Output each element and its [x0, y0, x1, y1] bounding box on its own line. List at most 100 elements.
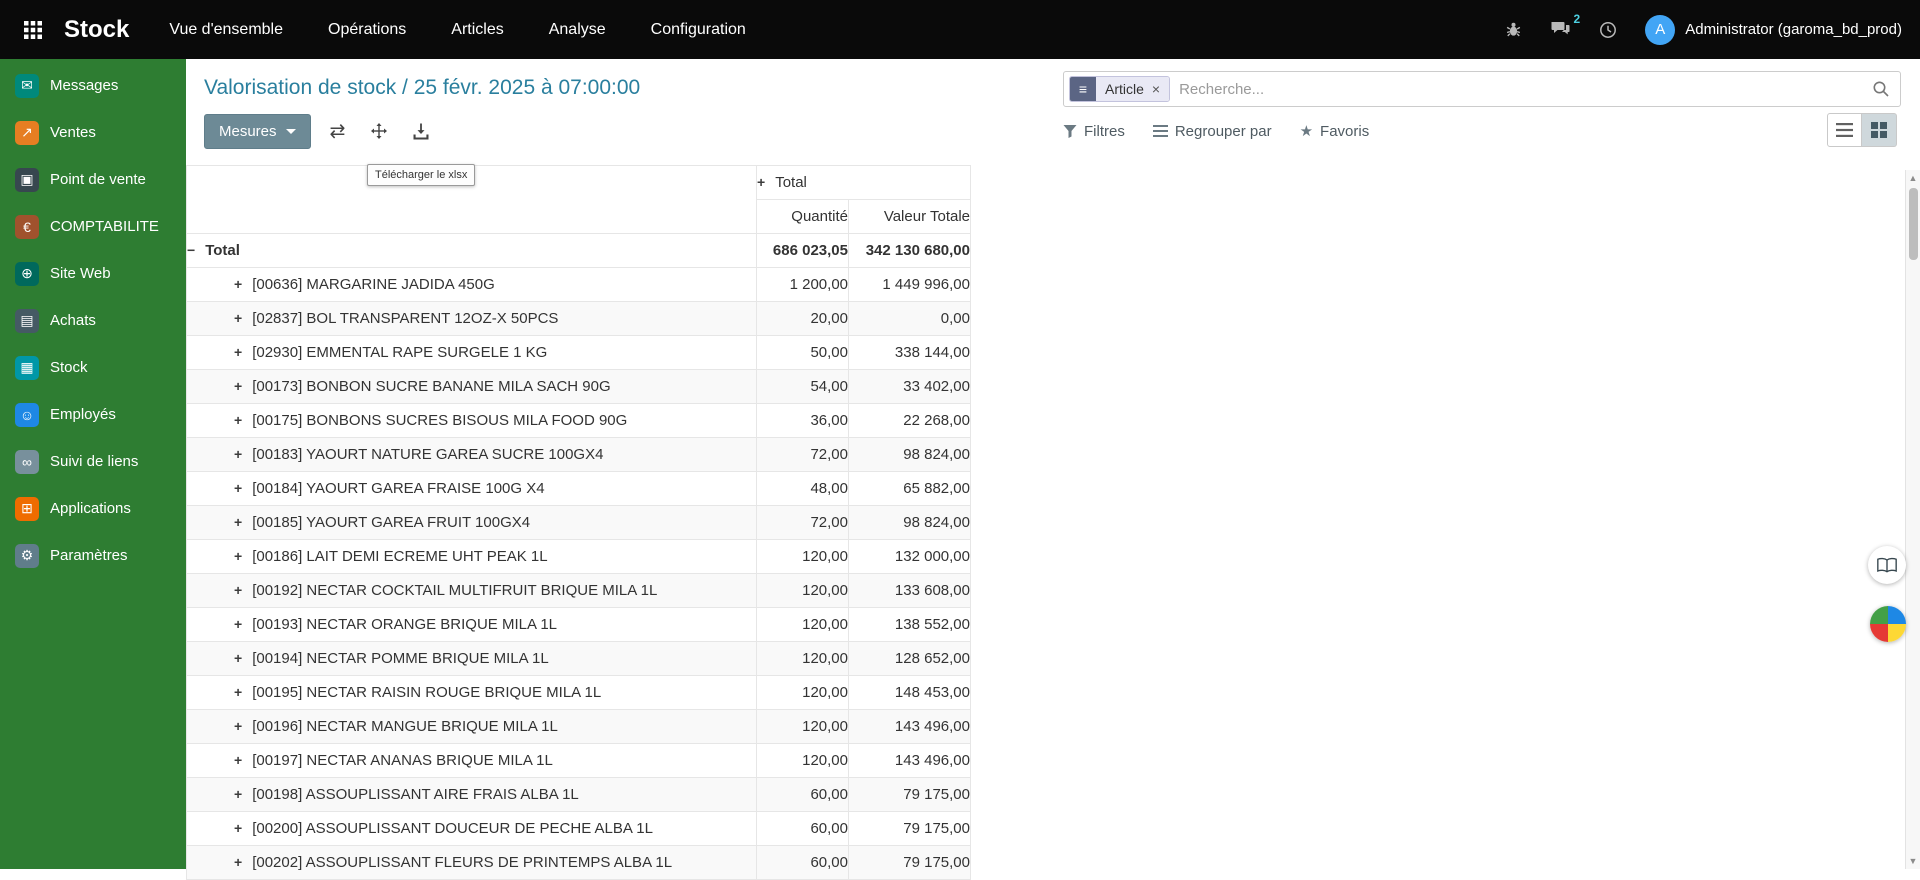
- documentation-button[interactable]: [1868, 546, 1906, 584]
- expand-icon[interactable]: +: [234, 650, 242, 666]
- row-header[interactable]: +[00194] NECTAR POMME BRIQUE MILA 1L: [187, 642, 757, 676]
- row-header[interactable]: +[00200] ASSOUPLISSANT DOUCEUR DE PECHE …: [187, 812, 757, 846]
- measure-header-value[interactable]: Valeur Totale: [849, 200, 971, 234]
- app-name[interactable]: Stock: [64, 16, 129, 44]
- bug-icon: [1505, 21, 1522, 38]
- row-header[interactable]: +[00183] YAOURT NATURE GAREA SUCRE 100GX…: [187, 438, 757, 472]
- expand-icon[interactable]: +: [234, 344, 242, 360]
- vertical-scrollbar[interactable]: ▲ ▼: [1905, 170, 1920, 869]
- expand-icon[interactable]: +: [234, 548, 242, 564]
- expand-icon[interactable]: +: [234, 412, 242, 428]
- menu-item-2[interactable]: Articles: [451, 21, 503, 39]
- row-header[interactable]: +[00202] ASSOUPLISSANT FLEURS DE PRINTEM…: [187, 846, 757, 880]
- assistant-ball-button[interactable]: [1870, 606, 1906, 642]
- row-header[interactable]: −Total: [187, 234, 757, 268]
- search-input[interactable]: [1179, 81, 1863, 98]
- sidebar-item-messages[interactable]: ✉Messages: [0, 62, 186, 109]
- user-menu[interactable]: A Administrator (garoma_bd_prod): [1645, 15, 1902, 45]
- sidebar-item-employ-s[interactable]: ☺Employés: [0, 391, 186, 438]
- sidebar-item-stock[interactable]: ▦Stock: [0, 344, 186, 391]
- row-header[interactable]: + [00186] LAIT DEMI ECREME UHT PEAK 1L: [187, 540, 757, 574]
- list-view-button[interactable]: [1827, 113, 1862, 147]
- expand-icon[interactable]: +: [234, 718, 242, 734]
- pos-icon: ▣: [15, 168, 39, 192]
- expand-icon[interactable]: +: [757, 174, 765, 190]
- row-header[interactable]: +[00197] NECTAR ANANAS BRIQUE MILA 1L: [187, 744, 757, 778]
- pivot-column-group-header[interactable]: +Total: [757, 166, 971, 200]
- expand-icon[interactable]: +: [234, 514, 242, 530]
- row-header[interactable]: +[02930] EMMENTAL RAPE SURGELE 1 KG: [187, 336, 757, 370]
- download-xlsx-button[interactable]: [406, 117, 436, 146]
- scroll-up-icon[interactable]: ▲: [1906, 173, 1920, 183]
- filters-button[interactable]: Filtres: [1063, 123, 1125, 140]
- measure-header-qty[interactable]: Quantité: [757, 200, 849, 234]
- row-header[interactable]: +[00193] NECTAR ORANGE BRIQUE MILA 1L: [187, 608, 757, 642]
- expand-icon[interactable]: +: [234, 480, 242, 496]
- search-bar[interactable]: ≡ Article ×: [1063, 71, 1901, 107]
- row-header[interactable]: +[00196] NECTAR MANGUE BRIQUE MILA 1L: [187, 710, 757, 744]
- value-cell: 79 175,00: [849, 778, 971, 812]
- search-facet: ≡ Article ×: [1069, 76, 1170, 102]
- search-icon[interactable]: [1872, 80, 1890, 98]
- expand-icon[interactable]: +: [234, 820, 242, 836]
- row-header[interactable]: +[00198] ASSOUPLISSANT AIRE FRAIS ALBA 1…: [187, 778, 757, 812]
- expand-icon[interactable]: +: [234, 684, 242, 700]
- value-cell: 133 608,00: [849, 574, 971, 608]
- favorites-button[interactable]: ★ Favoris: [1300, 122, 1370, 140]
- qty-cell: 120,00: [757, 574, 849, 608]
- flip-axis-button[interactable]: ⇄: [323, 114, 353, 149]
- expand-icon[interactable]: +: [234, 310, 242, 326]
- menu-item-3[interactable]: Analyse: [549, 21, 606, 39]
- scroll-down-icon[interactable]: ▼: [1906, 856, 1920, 866]
- expand-icon[interactable]: +: [234, 378, 242, 394]
- messages-button[interactable]: 2: [1550, 21, 1571, 39]
- apps-menu-button[interactable]: [14, 11, 52, 49]
- sidebar-item-point-de-vente[interactable]: ▣ Point de vente: [0, 156, 186, 203]
- sidebar-item-comptabilite[interactable]: €COMPTABILITE: [0, 203, 186, 250]
- facet-remove-button[interactable]: ×: [1152, 81, 1160, 97]
- expand-icon[interactable]: +: [234, 616, 242, 632]
- row-header[interactable]: +[00192] NECTAR COCKTAIL MULTIFRUIT BRIQ…: [187, 574, 757, 608]
- sidebar-item-achats[interactable]: ▤Achats: [0, 297, 186, 344]
- sidebar-item-param-tres[interactable]: ⚙Paramètres: [0, 532, 186, 579]
- value-cell: 148 453,00: [849, 676, 971, 710]
- sidebar-item-label: Point de vente: [50, 171, 146, 188]
- menu-item-0[interactable]: Vue d'ensemble: [169, 21, 283, 39]
- row-header[interactable]: +[02837] BOL TRANSPARENT 12OZ-X 50PCS: [187, 302, 757, 336]
- accounting-icon: €: [15, 215, 39, 239]
- debug-button[interactable]: [1505, 21, 1522, 38]
- measures-button[interactable]: Mesures: [204, 114, 311, 149]
- sidebar-item-ventes[interactable]: ↗Ventes: [0, 109, 186, 156]
- menu-item-1[interactable]: Opérations: [328, 21, 406, 39]
- expand-icon[interactable]: +: [234, 854, 242, 870]
- sidebar-item-applications[interactable]: ⊞Applications: [0, 485, 186, 532]
- row-header[interactable]: +[00636] MARGARINE JADIDA 450G: [187, 268, 757, 302]
- value-cell: 0,00: [849, 302, 971, 336]
- row-header[interactable]: +[00173] BONBON SUCRE BANANE MILA SACH 9…: [187, 370, 757, 404]
- row-label: [00184] YAOURT GAREA FRAISE 100G X4: [252, 480, 544, 497]
- activities-button[interactable]: [1599, 21, 1617, 39]
- expand-icon[interactable]: +: [234, 786, 242, 802]
- collapse-icon[interactable]: −: [187, 242, 195, 258]
- row-header[interactable]: +[00185] YAOURT GAREA FRUIT 100GX4: [187, 506, 757, 540]
- pivot-view-button[interactable]: [1862, 113, 1897, 147]
- row-header[interactable]: +[00175] BONBONS SUCRES BISOUS MILA FOOD…: [187, 404, 757, 438]
- download-tooltip: Télécharger le xlsx: [367, 164, 475, 186]
- sidebar-item-site-web[interactable]: ⊕Site Web: [0, 250, 186, 297]
- expand-icon[interactable]: +: [234, 446, 242, 462]
- value-cell: 98 824,00: [849, 506, 971, 540]
- measures-label: Mesures: [219, 123, 277, 140]
- group-by-button[interactable]: Regrouper par: [1153, 123, 1272, 140]
- expand-icon[interactable]: +: [234, 752, 242, 768]
- scrollbar-thumb[interactable]: [1909, 188, 1918, 260]
- expand-icon[interactable]: +: [234, 276, 242, 292]
- value-cell: 98 824,00: [849, 438, 971, 472]
- open-book-icon: [1876, 557, 1898, 574]
- expand-all-button[interactable]: [364, 117, 394, 145]
- row-header[interactable]: + [00184] YAOURT GAREA FRAISE 100G X4: [187, 472, 757, 506]
- expand-icon[interactable]: +: [234, 582, 242, 598]
- row-header[interactable]: +[00195] NECTAR RAISIN ROUGE BRIQUE MILA…: [187, 676, 757, 710]
- menu-item-4[interactable]: Configuration: [651, 21, 746, 39]
- sidebar-item-suivi-de-liens[interactable]: ∞Suivi de liens: [0, 438, 186, 485]
- row-label: [00186] LAIT DEMI ECREME UHT PEAK 1L: [252, 548, 547, 565]
